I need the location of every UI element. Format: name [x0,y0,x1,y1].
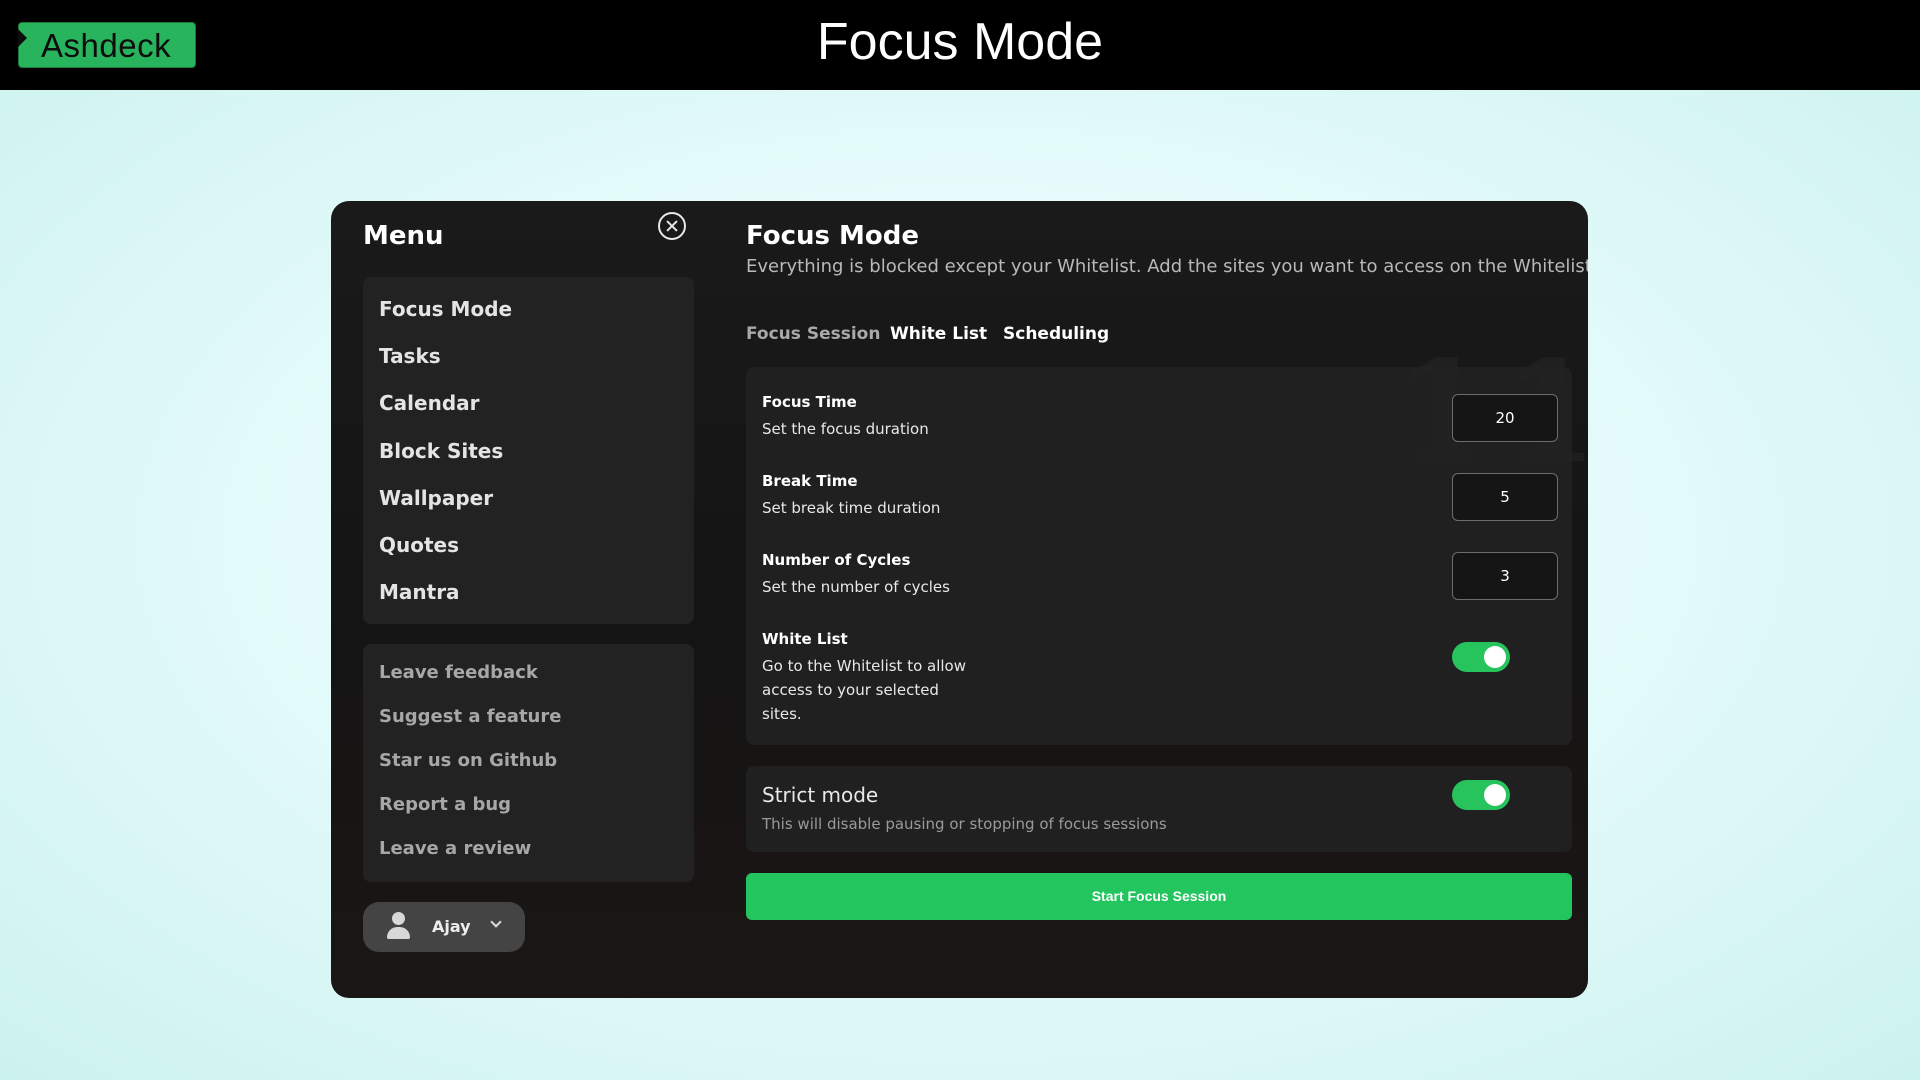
break-time-label: Break Time [762,472,858,490]
sidebar-links: Leave feedback Suggest a feature Star us… [363,644,694,882]
focus-mode-window: 11 Menu Focus Mode Tasks Calendar Block … [331,201,1588,998]
chevron-down-icon [490,916,502,928]
sidebar-item-focus-mode[interactable]: Focus Mode [379,297,512,321]
sidebar-item-mantra[interactable]: Mantra [379,580,460,604]
tab-scheduling[interactable]: Scheduling [1003,324,1109,344]
session-settings-card: Focus Time Set the focus duration 20 Bre… [746,367,1572,745]
section-title: Focus Mode [746,221,919,251]
tab-white-list[interactable]: White List [890,324,987,344]
strict-mode-toggle[interactable] [1452,780,1510,810]
cycles-label: Number of Cycles [762,551,911,569]
section-subtitle: Everything is blocked except your Whitel… [746,256,1588,277]
focus-time-label: Focus Time [762,393,857,411]
white-list-label: White List [762,630,848,648]
sidebar-item-quotes[interactable]: Quotes [379,533,459,557]
close-icon[interactable] [658,212,686,240]
page-title: Focus Mode [816,13,1104,71]
sidebar-item-block-sites[interactable]: Block Sites [379,439,503,463]
top-bar: Ashdeck Focus Mode [0,0,1920,90]
cycles-input[interactable]: 3 [1452,552,1558,600]
sidebar-nav: Focus Mode Tasks Calendar Block Sites Wa… [363,277,694,624]
start-focus-session-button[interactable]: Start Focus Session [746,873,1572,920]
user-name: Ajay [432,917,471,936]
focus-time-desc: Set the focus duration [762,420,929,438]
report-bug-link[interactable]: Report a bug [379,794,511,815]
suggest-feature-link[interactable]: Suggest a feature [379,706,561,727]
white-list-desc-line-3: sites. [762,705,802,723]
sidebar-item-wallpaper[interactable]: Wallpaper [379,486,493,510]
leave-review-link[interactable]: Leave a review [379,838,531,859]
break-time-input[interactable]: 5 [1452,473,1558,521]
strict-mode-label: Strict mode [762,783,879,807]
white-list-desc-line-2: access to your selected [762,681,939,699]
white-list-desc-line-1: Go to the Whitelist to allow [762,657,966,675]
white-list-toggle[interactable] [1452,642,1510,672]
cycles-desc: Set the number of cycles [762,578,950,596]
user-menu-button[interactable]: Ajay [363,902,525,952]
sidebar-item-calendar[interactable]: Calendar [379,391,480,415]
strict-mode-desc: This will disable pausing or stopping of… [762,815,1167,833]
menu-title: Menu [363,221,444,251]
focus-time-input[interactable]: 20 [1452,394,1558,442]
sidebar-item-tasks[interactable]: Tasks [379,344,441,368]
tab-focus-session[interactable]: Focus Session [746,324,880,344]
strict-mode-card: Strict mode This will disable pausing or… [746,766,1572,852]
leave-feedback-link[interactable]: Leave feedback [379,662,538,683]
toggle-knob [1484,646,1506,668]
break-time-desc: Set break time duration [762,499,941,517]
toggle-knob [1484,784,1506,806]
github-star-link[interactable]: Star us on Github [379,750,557,771]
